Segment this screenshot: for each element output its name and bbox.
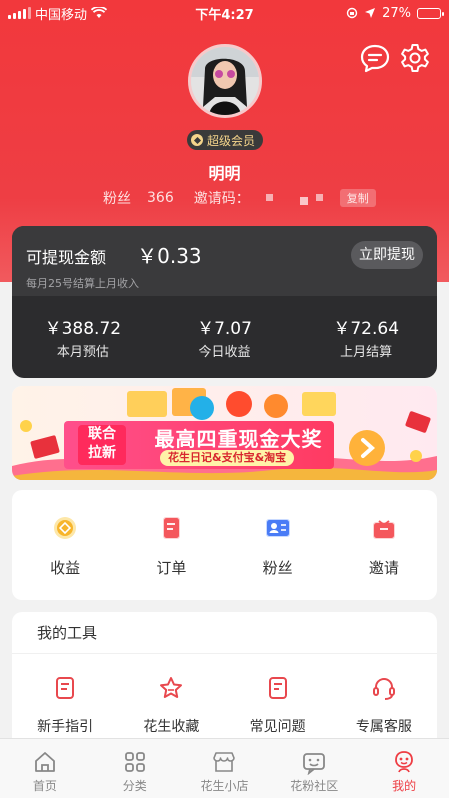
settings-gear-icon[interactable] [399, 42, 431, 74]
tab-community[interactable]: 花粉社区 [269, 739, 359, 798]
message-icon[interactable] [359, 42, 391, 74]
income-icon [54, 516, 77, 539]
wifi-icon [91, 7, 108, 18]
status-bar: 中国移动 下午4:27 27% [0, 0, 449, 26]
avatar[interactable] [188, 44, 262, 118]
settlement-note: 每月25号结算上月收入 [26, 277, 139, 290]
shop-icon [213, 752, 236, 772]
stat-value: ￥7.07 [197, 319, 252, 339]
tool-guide[interactable]: 新手指引 [12, 674, 118, 736]
quick-item-invite[interactable]: 邀请 [331, 513, 437, 578]
tool-faq[interactable]: 常见问题 [225, 674, 331, 736]
category-icon [124, 752, 145, 772]
username: 明明 [208, 164, 241, 183]
fans-label: 粉丝 [103, 191, 131, 207]
signal-icon [8, 7, 31, 19]
withdraw-button[interactable]: 立即提现 [351, 241, 423, 269]
customer-service-icon [372, 678, 395, 700]
community-icon [303, 753, 326, 775]
invite-code-redacted [260, 193, 324, 205]
home-icon [34, 752, 55, 772]
order-icon [163, 516, 181, 539]
favorite-star-icon [160, 677, 183, 698]
tab-category[interactable]: 分类 [90, 739, 180, 798]
tool-label: 专属客服 [355, 719, 412, 735]
battery-icon [417, 7, 444, 19]
promo-tag: 联合 拉新 [78, 425, 126, 465]
withdrawable-section: 可提现金额 ￥0.33 每月25号结算上月收入 立即提现 [12, 226, 437, 296]
quick-item-income[interactable]: 收益 [12, 513, 118, 578]
copy-invite-button[interactable]: 复制 [339, 189, 376, 207]
quick-menu-card: 收益 订单 粉丝 邀请 [12, 490, 437, 600]
tab-shop[interactable]: 花生小店 [180, 739, 270, 798]
rotation-lock-icon [346, 7, 358, 19]
stat-value: ￥388.72 [44, 319, 122, 339]
quick-item-fans[interactable]: 粉丝 [225, 513, 331, 578]
quick-item-label: 粉丝 [262, 558, 293, 577]
profile-icon [395, 751, 413, 773]
fans-invite-row: 粉丝 366 邀请码： 复制 [103, 188, 376, 208]
invite-label: 邀请码： [193, 191, 250, 207]
tab-label: 首页 [32, 779, 57, 793]
quick-item-label: 收益 [50, 558, 81, 577]
tab-label: 分类 [122, 779, 147, 793]
withdrawable-amount: ￥0.33 [137, 244, 202, 268]
quick-item-label: 订单 [156, 558, 187, 577]
stat-month-estimate[interactable]: ￥388.72 本月预估 [12, 314, 154, 360]
promo-banner[interactable]: 联合 拉新 最高四重现金大奖 花生日记&支付宝&淘宝 [12, 386, 437, 480]
stat-value: ￥72.64 [333, 319, 400, 339]
faq-icon [268, 677, 287, 699]
guide-icon [56, 677, 75, 699]
tool-label: 新手指引 [37, 719, 94, 735]
quick-item-orders[interactable]: 订单 [118, 513, 224, 578]
withdrawable-label: 可提现金额 [26, 248, 107, 267]
tool-customer-service[interactable]: 专属客服 [331, 674, 437, 736]
avatar-photo [191, 47, 259, 115]
promo-tag-line2: 拉新 [88, 445, 116, 461]
tab-mine[interactable]: 我的 [359, 739, 449, 798]
tool-label: 常见问题 [249, 719, 306, 735]
tab-label: 花生小店 [200, 779, 249, 793]
quick-item-label: 邀请 [368, 558, 399, 577]
stat-last-month[interactable]: ￥72.64 上月结算 [295, 314, 437, 360]
location-arrow-icon [365, 8, 376, 18]
vip-badge: 超级会员 [187, 130, 264, 150]
promo-headline: 最高四重现金大奖 [154, 427, 323, 451]
tab-home[interactable]: 首页 [0, 739, 90, 798]
promo-tag-line1: 联合 [88, 426, 116, 442]
earnings-stats: ￥388.72 本月预估 ￥7.07 今日收益 ￥72.64 上月结算 [12, 296, 437, 378]
tab-label: 花粉社区 [290, 779, 339, 793]
fans-count: 366 [147, 190, 174, 206]
battery-percent: 27% [382, 5, 411, 21]
vip-label: 超级会员 [207, 133, 256, 148]
invite-gift-icon [372, 519, 395, 539]
fans-card-icon [265, 518, 290, 537]
stat-label: 上月结算 [340, 345, 393, 360]
stat-label: 本月预估 [56, 345, 109, 360]
stat-label: 今日收益 [198, 345, 251, 360]
bottom-tab-bar: 首页 分类 花生小店 花粉社区 我的 [0, 738, 449, 798]
stat-today-income[interactable]: ￥7.07 今日收益 [154, 314, 296, 360]
vip-diamond-icon [191, 134, 203, 146]
promo-subline: 花生日记&支付宝&淘宝 [160, 450, 295, 466]
tools-title: 我的工具 [12, 612, 437, 654]
tab-label: 我的 [392, 779, 417, 793]
tool-label: 花生收藏 [143, 719, 200, 735]
carrier-label: 中国移动 [35, 7, 88, 23]
tool-favorites[interactable]: 花生收藏 [118, 674, 224, 736]
wallet-card: 可提现金额 ￥0.33 每月25号结算上月收入 立即提现 ￥388.72 本月预… [12, 226, 437, 378]
